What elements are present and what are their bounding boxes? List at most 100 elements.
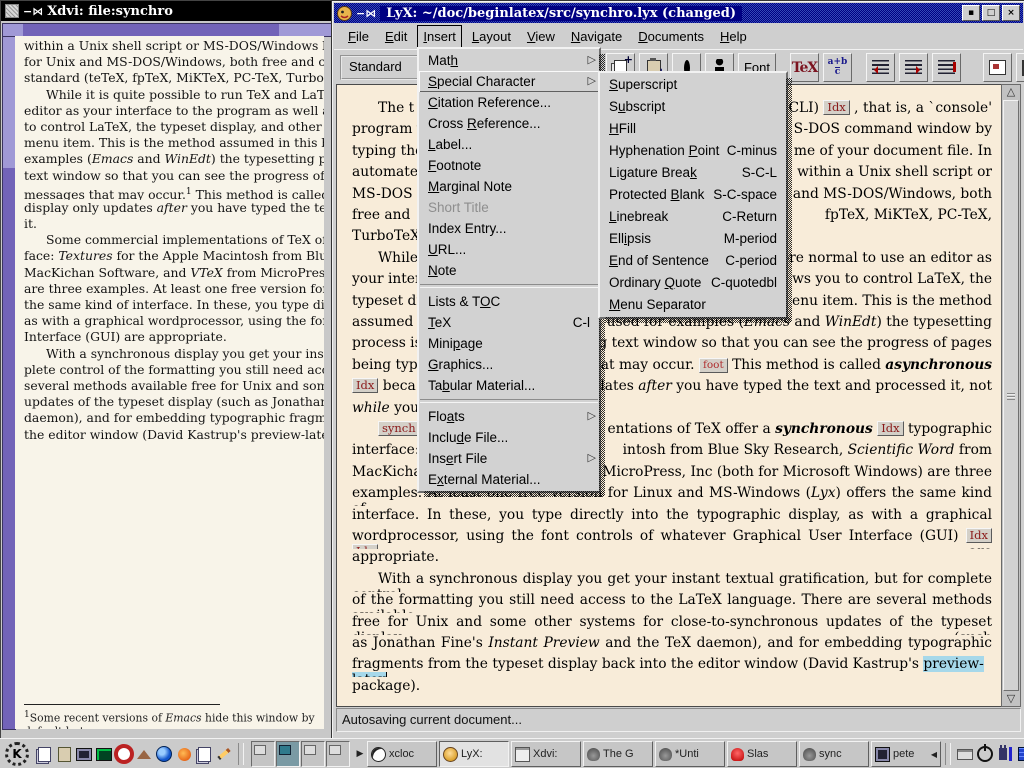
menu-item-note[interactable]: Note: [419, 260, 599, 281]
menu-item-footnote[interactable]: Footnote: [419, 155, 599, 176]
menu-item-marginal-note[interactable]: Marginal Note: [419, 176, 599, 197]
scrollbar-thumb[interactable]: [1003, 100, 1019, 691]
menu-item-label[interactable]: Label...: [419, 134, 599, 155]
menu-file[interactable]: File: [342, 25, 375, 48]
menu-insert[interactable]: Insert: [417, 25, 462, 48]
menu-layout[interactable]: Layout: [466, 25, 517, 48]
files2-launcher[interactable]: [194, 743, 214, 765]
menu-item-ellipsis[interactable]: EllipsisM-period: [600, 228, 786, 250]
window-pin-icon[interactable]: −⋈: [356, 7, 376, 20]
menu-item-ligature-break[interactable]: Ligature BreakS-C-L: [600, 162, 786, 184]
menu-item-tex[interactable]: TeXC-l: [419, 312, 599, 333]
task-button-the-g[interactable]: The G: [583, 741, 653, 767]
menu-item-cross-reference[interactable]: Cross Reference...: [419, 113, 599, 134]
footnote-inset[interactable]: foot: [699, 358, 728, 373]
task-button-unti[interactable]: *Unti: [655, 741, 725, 767]
power-tray-button[interactable]: [975, 743, 995, 765]
menu-item-linebreak[interactable]: LinebreakC-Return: [600, 206, 786, 228]
minimize-button[interactable]: ▪: [962, 5, 980, 21]
menu-item-superscript[interactable]: Superscript: [600, 74, 786, 96]
xdvi-window-icon[interactable]: [5, 4, 19, 18]
desktop-1[interactable]: [251, 741, 275, 767]
menu-view[interactable]: View: [521, 25, 561, 48]
pen-launcher[interactable]: [214, 743, 234, 765]
task-button-slas[interactable]: Slas: [727, 741, 797, 767]
menu-item-url[interactable]: URL...: [419, 239, 599, 260]
window-pin-icon[interactable]: −⋈: [23, 5, 43, 18]
home-launcher[interactable]: [134, 743, 154, 765]
menu-item-math[interactable]: Math▷: [419, 50, 599, 71]
taskbar-expand-icon[interactable]: ▶: [355, 749, 365, 759]
terminal-launcher[interactable]: [94, 743, 114, 765]
insert-figure-button[interactable]: [983, 53, 1012, 82]
desktop-3[interactable]: [301, 741, 325, 767]
menu-edit[interactable]: Edit: [379, 25, 413, 48]
task-button-xcloc[interactable]: xcloc: [367, 741, 437, 767]
menu-item-minipage[interactable]: Minipage: [419, 333, 599, 354]
calendar-tray-button[interactable]: [1015, 743, 1024, 765]
files-launcher[interactable]: [34, 743, 54, 765]
menu-item-citation-reference[interactable]: Citation Reference...: [419, 92, 599, 113]
close-button[interactable]: ×: [1002, 5, 1020, 21]
xdvi-vertical-scrollbar[interactable]: [2, 36, 16, 730]
menu-navigate[interactable]: Navigate: [565, 25, 628, 48]
xdvi-titlebar[interactable]: −⋈ Xdvi: file:synchro: [1, 1, 333, 21]
scroll-down-icon[interactable]: ▽: [1002, 692, 1020, 706]
depth-decrement-button[interactable]: [866, 53, 895, 82]
task-button-xdvi[interactable]: Xdvi:: [511, 741, 581, 767]
scrollbar-thumb[interactable]: [3, 168, 15, 729]
globe-launcher[interactable]: [154, 743, 174, 765]
margin-note-button[interactable]: [932, 53, 961, 82]
menu-documents[interactable]: Documents: [632, 25, 710, 48]
menu-item-hfill[interactable]: HFill: [600, 118, 786, 140]
menu-item-lists-toc[interactable]: Lists & TOC: [419, 291, 599, 312]
document-scrollbar[interactable]: △ ▽: [1001, 84, 1021, 707]
math-mode-button[interactable]: a+bc: [823, 53, 852, 82]
help-launcher[interactable]: [114, 743, 134, 765]
menu-item-graphics[interactable]: Graphics...: [419, 354, 599, 375]
task-button-lyx[interactable]: LyX:: [439, 741, 509, 767]
menu-item-external-material[interactable]: External Material...: [419, 469, 599, 490]
menu-item-tabular-material[interactable]: Tabular Material...: [419, 375, 599, 396]
menu-item-include-file[interactable]: Include File...: [419, 427, 599, 448]
menu-item-protected-blank[interactable]: Protected BlankS-C-space: [600, 184, 786, 206]
lyx-titlebar[interactable]: −⋈ LyX: ~/doc/beginlatex/src/synchro.lyx…: [334, 3, 1023, 23]
menu-item-floats[interactable]: Floats▷: [419, 406, 599, 427]
desktop-launcher[interactable]: [74, 743, 94, 765]
index-inset[interactable]: Idx: [966, 528, 992, 543]
scrollbar-thumb[interactable]: [23, 24, 279, 36]
k-menu-button[interactable]: K: [2, 741, 32, 767]
depth-increment-button[interactable]: [899, 53, 928, 82]
clipboard-launcher[interactable]: [54, 743, 74, 765]
menu-item-subscript[interactable]: Subscript: [600, 96, 786, 118]
task-button-sync[interactable]: sync: [799, 741, 869, 767]
index-inset[interactable]: synch: [378, 421, 420, 436]
index-inset[interactable]: Idx: [352, 378, 378, 393]
plug-tray-button[interactable]: [995, 743, 1015, 765]
scroll-up-icon[interactable]: △: [1002, 85, 1020, 99]
printer-tray-button[interactable]: [955, 743, 975, 765]
menu-item-end-of-sentence[interactable]: End of SentenceC-period: [600, 250, 786, 272]
insert-table-button[interactable]: [1016, 53, 1024, 82]
menu-item-insert-file[interactable]: Insert File▷: [419, 448, 599, 469]
task-button-pete[interactable]: pete◀: [871, 741, 941, 767]
index-inset[interactable]: Idx: [877, 421, 903, 436]
xdvi-window[interactable]: −⋈ Xdvi: file:synchro within a Unix shel…: [0, 0, 334, 742]
tex-mode-button[interactable]: TeX: [790, 53, 819, 82]
menu-item-menu-separator[interactable]: Menu Separator: [600, 294, 786, 316]
xdvi-horizontal-scrollbar[interactable]: [2, 23, 332, 37]
menu-item-index-entry[interactable]: Index Entry...: [419, 218, 599, 239]
desktop-2[interactable]: [276, 741, 300, 767]
kde-launcher[interactable]: [174, 743, 194, 765]
menu-item-hyphenation-point[interactable]: Hyphenation PointC-minus: [600, 140, 786, 162]
menu-help[interactable]: Help: [714, 25, 753, 48]
lyx-app-icon[interactable]: [337, 6, 352, 21]
desktop-4[interactable]: [326, 741, 350, 767]
menu-item-ordinary-quote[interactable]: Ordinary QuoteC-quotedbl: [600, 272, 786, 294]
dvi-footnote: 1Some recent versions of Emacs hide this…: [24, 704, 316, 729]
maximize-button[interactable]: □: [982, 5, 1000, 21]
index-inset[interactable]: Idx: [352, 544, 378, 549]
menu-item-special-character[interactable]: Special Character▷: [419, 71, 599, 92]
index-inset[interactable]: Idx: [823, 100, 849, 115]
task-scroll-icon[interactable]: ◀: [931, 750, 937, 759]
